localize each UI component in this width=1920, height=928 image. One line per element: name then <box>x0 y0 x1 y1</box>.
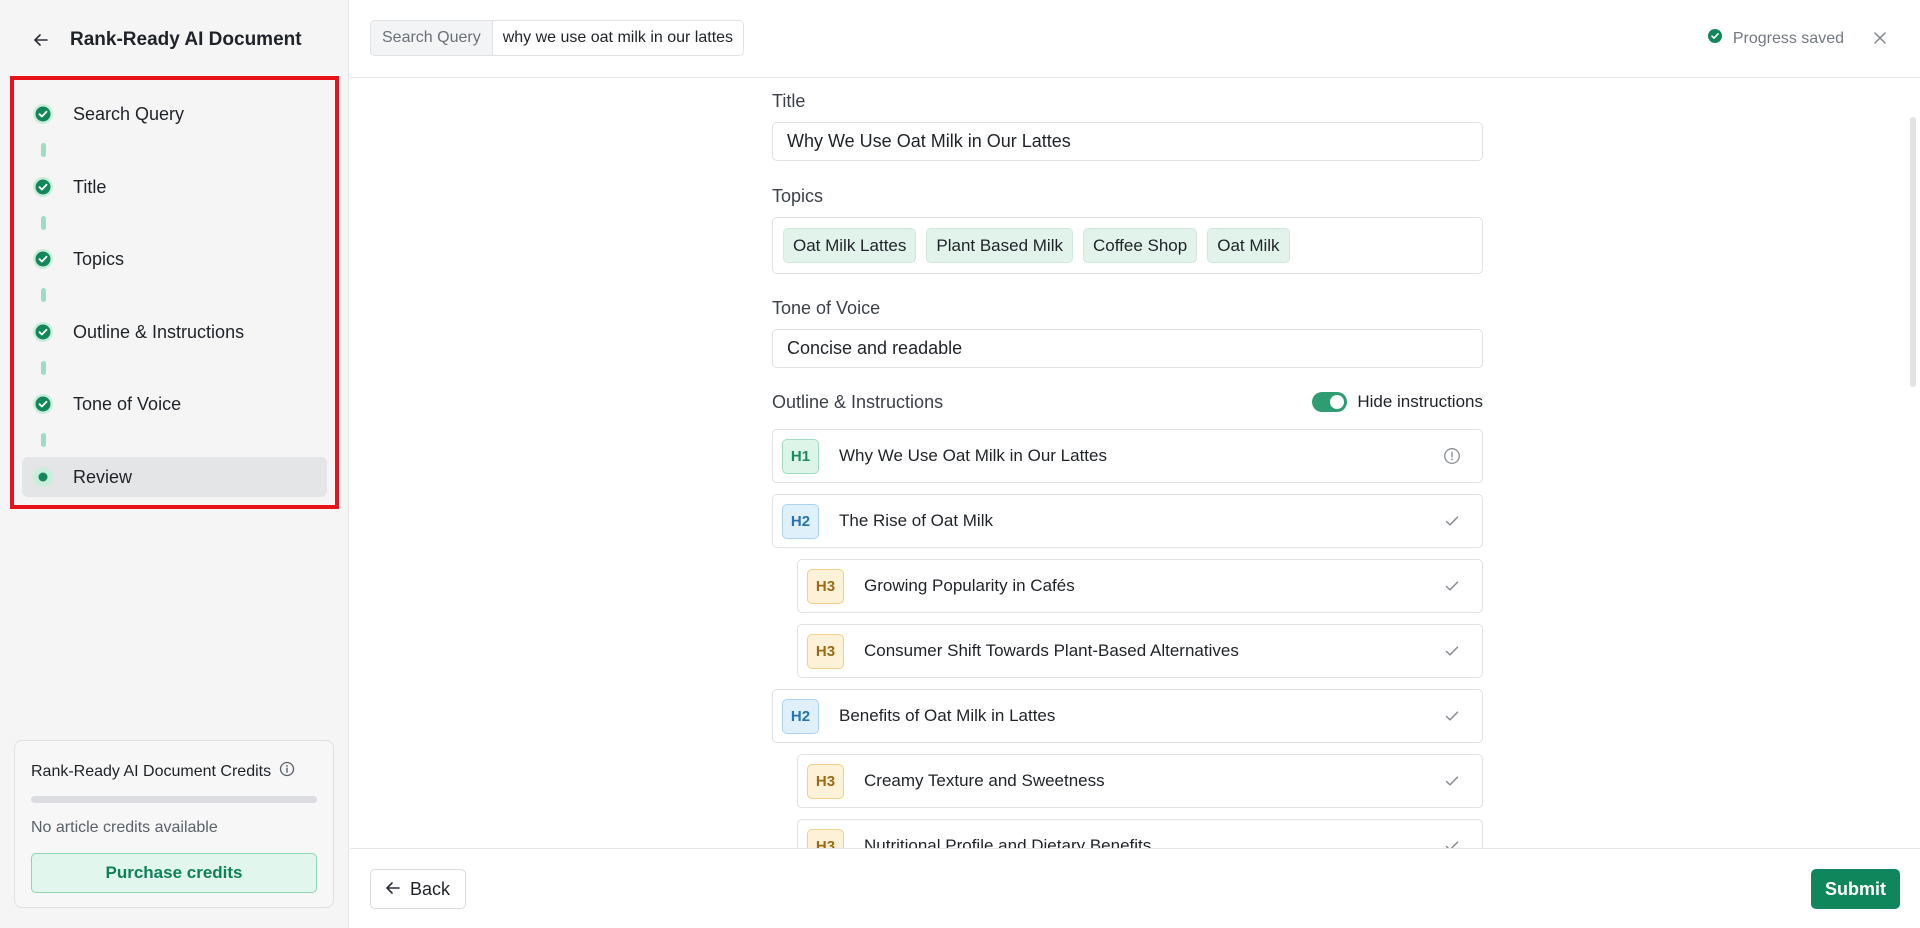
credits-title: Rank-Ready AI Document Credits <box>31 761 295 782</box>
check-circle-icon <box>32 321 54 343</box>
progress-text: Progress saved <box>1732 29 1844 47</box>
step-review[interactable]: Review <box>22 457 327 497</box>
step-connector <box>41 433 46 447</box>
step-connector <box>41 288 46 302</box>
check-icon <box>1442 771 1462 791</box>
back-button[interactable]: Back <box>370 869 466 909</box>
outline-heading-text: Creamy Texture and Sweetness <box>864 771 1105 790</box>
scrollbar[interactable] <box>1910 117 1916 387</box>
footer-bar: Back Submit <box>350 848 1920 928</box>
check-circle-icon <box>32 248 54 270</box>
outline-heading-text: The Rise of Oat Milk <box>839 511 993 530</box>
credits-title-text: Rank-Ready AI Document Credits <box>31 762 272 780</box>
back-arrow-icon[interactable] <box>30 29 52 51</box>
back-button-label: Back <box>409 878 451 899</box>
hide-instructions-label: Hide instructions <box>1357 392 1483 411</box>
progress-status: Progress saved <box>1707 28 1844 49</box>
step-label: Tone of Voice <box>73 393 182 414</box>
check-circle-icon <box>32 393 54 415</box>
credits-empty-text: No article credits available <box>31 819 218 836</box>
info-icon[interactable] <box>279 761 295 782</box>
outline-heading-text: Benefits of Oat Milk in Lattes <box>839 706 1056 725</box>
step-title[interactable]: Title <box>22 167 327 207</box>
purchase-credits-button[interactable]: Purchase credits <box>31 853 317 893</box>
sidebar-header: Rank-Ready AI Document <box>30 26 302 54</box>
hide-instructions-toggle-group: Hide instructions <box>1312 392 1483 412</box>
topics-label: Topics <box>772 186 824 206</box>
step-outline-instructions[interactable]: Outline & Instructions <box>22 312 327 352</box>
check-icon <box>1442 576 1462 596</box>
search-query-pill: Search Query why we use oat milk in our … <box>370 20 745 56</box>
outline-heading-text: Nutritional Profile and Dietary Benefits <box>864 836 1152 848</box>
active-dot-icon <box>32 466 54 488</box>
heading-level-badge: H3 <box>807 828 844 848</box>
outline-row-h3[interactable]: H3 Consumer Shift Towards Plant-Based Al… <box>797 624 1483 678</box>
credits-panel: Rank-Ready AI Document Credits No articl… <box>14 740 334 908</box>
step-label: Search Query <box>73 103 185 124</box>
heading-level-badge: H1 <box>782 438 819 474</box>
step-search-query[interactable]: Search Query <box>22 94 327 134</box>
check-circle-icon <box>32 176 54 198</box>
step-connector <box>41 361 46 375</box>
search-query-value: why we use oat milk in our lattes <box>492 21 744 55</box>
step-tone-of-voice[interactable]: Tone of Voice <box>22 384 327 424</box>
title-field[interactable]: Why We Use Oat Milk in Our Lattes <box>772 122 1483 161</box>
outline-row-h3[interactable]: H3 Growing Popularity in Cafés <box>797 559 1483 613</box>
steps-list: Search Query Title Topics Outline & Inst… <box>10 76 339 509</box>
outline-heading-text: Growing Popularity in Cafés <box>864 576 1075 595</box>
heading-level-badge: H3 <box>807 633 844 669</box>
step-label: Review <box>73 466 133 487</box>
outline-row-h1[interactable]: H1 Why We Use Oat Milk in Our Lattes <box>772 429 1483 483</box>
outline-row-h2[interactable]: H2 The Rise of Oat Milk <box>772 494 1483 548</box>
outline-row-h3[interactable]: H3 Nutritional Profile and Dietary Benef… <box>797 819 1483 848</box>
close-icon[interactable] <box>1870 28 1890 48</box>
topics-field[interactable]: Oat Milk Lattes Plant Based Milk Coffee … <box>772 217 1483 274</box>
tone-label: Tone of Voice <box>772 298 881 318</box>
heading-level-badge: H3 <box>807 763 844 799</box>
tone-field[interactable]: Concise and readable <box>772 329 1483 368</box>
step-connector <box>41 143 46 157</box>
check-icon <box>1442 836 1462 848</box>
credits-progress-bar <box>31 796 317 803</box>
topic-chip[interactable]: Coffee Shop <box>1083 228 1198 263</box>
info-icon[interactable] <box>1442 446 1462 466</box>
heading-level-badge: H2 <box>782 698 819 734</box>
document-title: Rank-Ready AI Document <box>70 29 302 50</box>
check-icon <box>1442 511 1462 531</box>
search-query-label: Search Query <box>371 21 493 55</box>
sidebar: Rank-Ready AI Document Search Query Titl… <box>0 0 349 928</box>
outline-label: Outline & Instructions <box>772 392 944 412</box>
outline-row-h3[interactable]: H3 Creamy Texture and Sweetness <box>797 754 1483 808</box>
outline-heading-text: Consumer Shift Towards Plant-Based Alter… <box>864 641 1239 660</box>
check-circle-icon <box>32 103 54 125</box>
step-label: Title <box>73 176 107 197</box>
step-connector <box>41 216 46 230</box>
topic-chip[interactable]: Plant Based Milk <box>926 228 1073 263</box>
topic-chip[interactable]: Oat Milk Lattes <box>783 228 917 263</box>
heading-level-badge: H3 <box>807 568 844 604</box>
title-label: Title <box>772 91 806 111</box>
check-icon <box>1442 641 1462 661</box>
main-content: Title Why We Use Oat Milk in Our Lattes … <box>350 79 1920 848</box>
hide-instructions-toggle[interactable] <box>1312 392 1348 412</box>
step-label: Topics <box>73 248 125 269</box>
topic-chip[interactable]: Oat Milk <box>1207 228 1290 263</box>
step-topics[interactable]: Topics <box>22 239 327 279</box>
heading-level-badge: H2 <box>782 503 819 539</box>
submit-button[interactable]: Submit <box>1811 869 1900 909</box>
check-icon <box>1442 706 1462 726</box>
outline-heading-text: Why We Use Oat Milk in Our Lattes <box>839 446 1107 465</box>
arrow-left-icon <box>386 879 400 900</box>
step-label: Outline & Instructions <box>73 321 245 342</box>
outline-row-h2[interactable]: H2 Benefits of Oat Milk in Lattes <box>772 689 1483 743</box>
saved-check-icon <box>1707 28 1723 49</box>
top-bar: Search Query why we use oat milk in our … <box>350 0 1920 78</box>
